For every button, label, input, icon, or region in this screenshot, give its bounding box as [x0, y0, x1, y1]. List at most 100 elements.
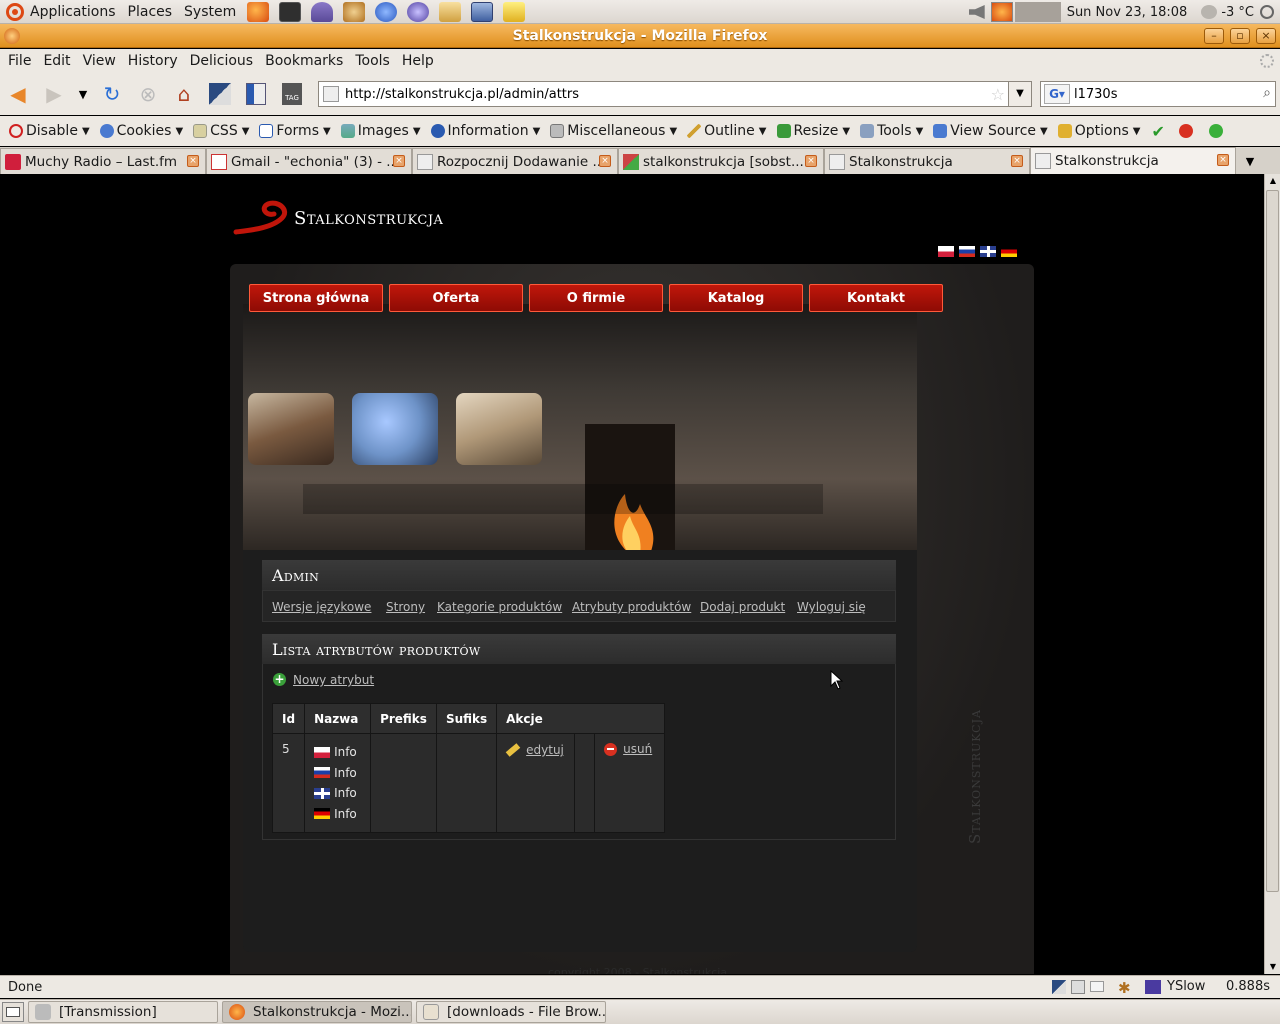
ok-status-icon[interactable]	[1208, 124, 1223, 138]
gallery-thumbnail[interactable]	[248, 393, 334, 465]
settings-launcher-icon[interactable]	[343, 1, 366, 22]
taskbar-file-browser[interactable]: [downloads - File Brow...	[416, 1001, 606, 1023]
flag-gb-icon[interactable]	[980, 246, 996, 257]
error-icon[interactable]	[1178, 124, 1193, 138]
yslow-label[interactable]: YSlow	[1167, 979, 1205, 994]
tag-button[interactable]: TAG	[277, 79, 307, 109]
nav-strona-glowna[interactable]: Strona główna	[249, 284, 383, 312]
menu-view[interactable]: View	[77, 53, 122, 69]
sidebar-button[interactable]	[241, 79, 271, 109]
flag-de-icon[interactable]	[1001, 246, 1017, 257]
dev-outline-menu[interactable]: Outline ▼	[682, 123, 771, 139]
dev-miscellaneous-menu[interactable]: Miscellaneous ▼	[545, 123, 682, 139]
maximize-button[interactable]: ▫	[1230, 28, 1250, 44]
dev-images-menu[interactable]: Images ▼	[336, 123, 426, 139]
tab-stalkonstrukcja[interactable]: Stalkonstrukcja ×	[824, 148, 1030, 174]
back-button[interactable]: ◀	[3, 79, 33, 109]
dev-information-menu[interactable]: Information ▼	[426, 123, 546, 139]
gallery-thumbnail[interactable]	[456, 393, 542, 465]
power-icon[interactable]	[1260, 5, 1274, 19]
show-desktop-button[interactable]	[2, 1002, 24, 1022]
dev-resize-menu[interactable]: Resize ▼	[772, 123, 856, 139]
tab-list-button[interactable]: ▼	[1236, 148, 1264, 174]
tab-stalkonstrukcja-sobst[interactable]: stalkonstrukcja [sobst... ×	[618, 148, 824, 174]
url-bar[interactable]: ☆ ▼	[318, 81, 1032, 107]
browser-launcher-icon[interactable]	[375, 1, 398, 22]
terminal-launcher-icon[interactable]	[279, 1, 302, 22]
nav-kontakt[interactable]: Kontakt	[809, 284, 943, 312]
add-icon[interactable]: +	[273, 673, 286, 686]
close-tab-icon[interactable]: ×	[1217, 154, 1229, 166]
screenshot-button[interactable]	[205, 79, 235, 109]
admin-link-dodaj[interactable]: Dodaj produkt	[700, 600, 785, 614]
menu-delicious[interactable]: Delicious	[184, 53, 260, 69]
admin-link-kategorie[interactable]: Kategorie produktów	[437, 600, 562, 614]
firefox-launcher-icon[interactable]	[247, 1, 270, 22]
close-tab-icon[interactable]: ×	[187, 155, 199, 167]
volume-icon[interactable]	[968, 5, 985, 19]
dev-css-menu[interactable]: CSS ▼	[188, 123, 254, 139]
screenshot-launcher-icon[interactable]	[471, 1, 494, 22]
tab-gmail[interactable]: Gmail - "echonia" (3) - ... ×	[206, 148, 412, 174]
dev-tools-menu[interactable]: Tools ▼	[855, 123, 928, 139]
firefox-window-icon[interactable]	[4, 28, 20, 44]
url-dropdown-button[interactable]: ▼	[1008, 81, 1032, 107]
notes-launcher-icon[interactable]	[503, 1, 526, 22]
close-tab-icon[interactable]: ×	[599, 155, 611, 167]
stop-button[interactable]: ⊗	[133, 79, 163, 109]
globe-launcher-icon[interactable]	[407, 1, 430, 22]
delete-link[interactable]: usuń	[623, 742, 652, 756]
nav-oferta[interactable]: Oferta	[389, 284, 523, 312]
google-engine-icon[interactable]: G▾	[1044, 84, 1070, 104]
tab-rozpocznij[interactable]: Rozpocznij Dodawanie ... ×	[412, 148, 618, 174]
workspace-switcher[interactable]	[1014, 2, 1061, 22]
applications-menu[interactable]: Applications	[0, 0, 122, 24]
gallery-thumbnail[interactable]	[352, 393, 438, 465]
scroll-down-icon[interactable]: ▼	[1266, 960, 1280, 974]
flag-pl-icon[interactable]	[938, 246, 954, 257]
search-input[interactable]	[1074, 86, 1234, 102]
admin-link-wersje[interactable]: Wersje językowe	[272, 600, 371, 614]
dev-forms-menu[interactable]: Forms ▼	[254, 123, 335, 139]
menu-tools[interactable]: Tools	[349, 53, 396, 69]
screenshot-status-icon[interactable]	[1052, 980, 1066, 994]
nav-o-firmie[interactable]: O firmie	[529, 284, 663, 312]
menu-edit[interactable]: Edit	[37, 53, 76, 69]
scrollbar-thumb[interactable]	[1266, 190, 1279, 892]
admin-link-atrybuty[interactable]: Atrybuty produktów	[572, 600, 691, 614]
close-tab-icon[interactable]: ×	[805, 155, 817, 167]
flag-ru-icon[interactable]	[959, 246, 975, 257]
file-manager-launcher-icon[interactable]	[439, 1, 462, 22]
firefox-tray-icon[interactable]	[990, 2, 1013, 22]
places-menu[interactable]: Places	[122, 0, 179, 24]
scroll-up-icon[interactable]: ▲	[1266, 174, 1280, 188]
tab-lastfm[interactable]: Muchy Radio – Last.fm ×	[0, 148, 206, 174]
admin-link-strony[interactable]: Strony	[386, 600, 425, 614]
menu-bookmarks[interactable]: Bookmarks	[259, 53, 349, 69]
new-attribute-link[interactable]: Nowy atrybut	[293, 673, 374, 687]
home-button[interactable]: ⌂	[169, 79, 199, 109]
admin-link-wyloguj[interactable]: Wyloguj się	[797, 600, 866, 614]
system-menu[interactable]: System	[178, 0, 242, 24]
dev-options-menu[interactable]: Options ▼	[1053, 123, 1146, 139]
close-tab-icon[interactable]: ×	[1011, 155, 1023, 167]
clock[interactable]: Sun Nov 23, 18:08	[1067, 5, 1188, 20]
close-tab-icon[interactable]: ×	[393, 155, 405, 167]
grid-status-icon[interactable]	[1071, 980, 1085, 994]
minimize-button[interactable]: –	[1204, 28, 1224, 44]
nav-katalog[interactable]: Katalog	[669, 284, 803, 312]
window-titlebar[interactable]: Stalkonstrukcja - Mozilla Firefox – ▫ ×	[0, 24, 1280, 48]
dev-cookies-menu[interactable]: Cookies ▼	[95, 123, 189, 139]
dev-view-source-menu[interactable]: View Source ▼	[928, 123, 1052, 139]
temperature[interactable]: -3 °C	[1221, 5, 1254, 20]
bookmark-star-icon[interactable]: ☆	[991, 85, 1005, 104]
pidgin-launcher-icon[interactable]	[311, 1, 334, 22]
site-logo-text[interactable]: Stalkonstrukcja	[294, 208, 443, 229]
edit-link[interactable]: edytuj	[526, 743, 564, 757]
forward-button[interactable]: ▶	[39, 79, 69, 109]
search-icon[interactable]: ⌕	[1263, 85, 1271, 101]
vertical-scrollbar[interactable]: ▲ ▼	[1264, 174, 1280, 974]
site-logo-icon[interactable]	[232, 194, 292, 236]
search-bar[interactable]: G▾ ⌕	[1040, 81, 1276, 107]
taskbar-transmission[interactable]: [Transmission]	[28, 1001, 218, 1023]
